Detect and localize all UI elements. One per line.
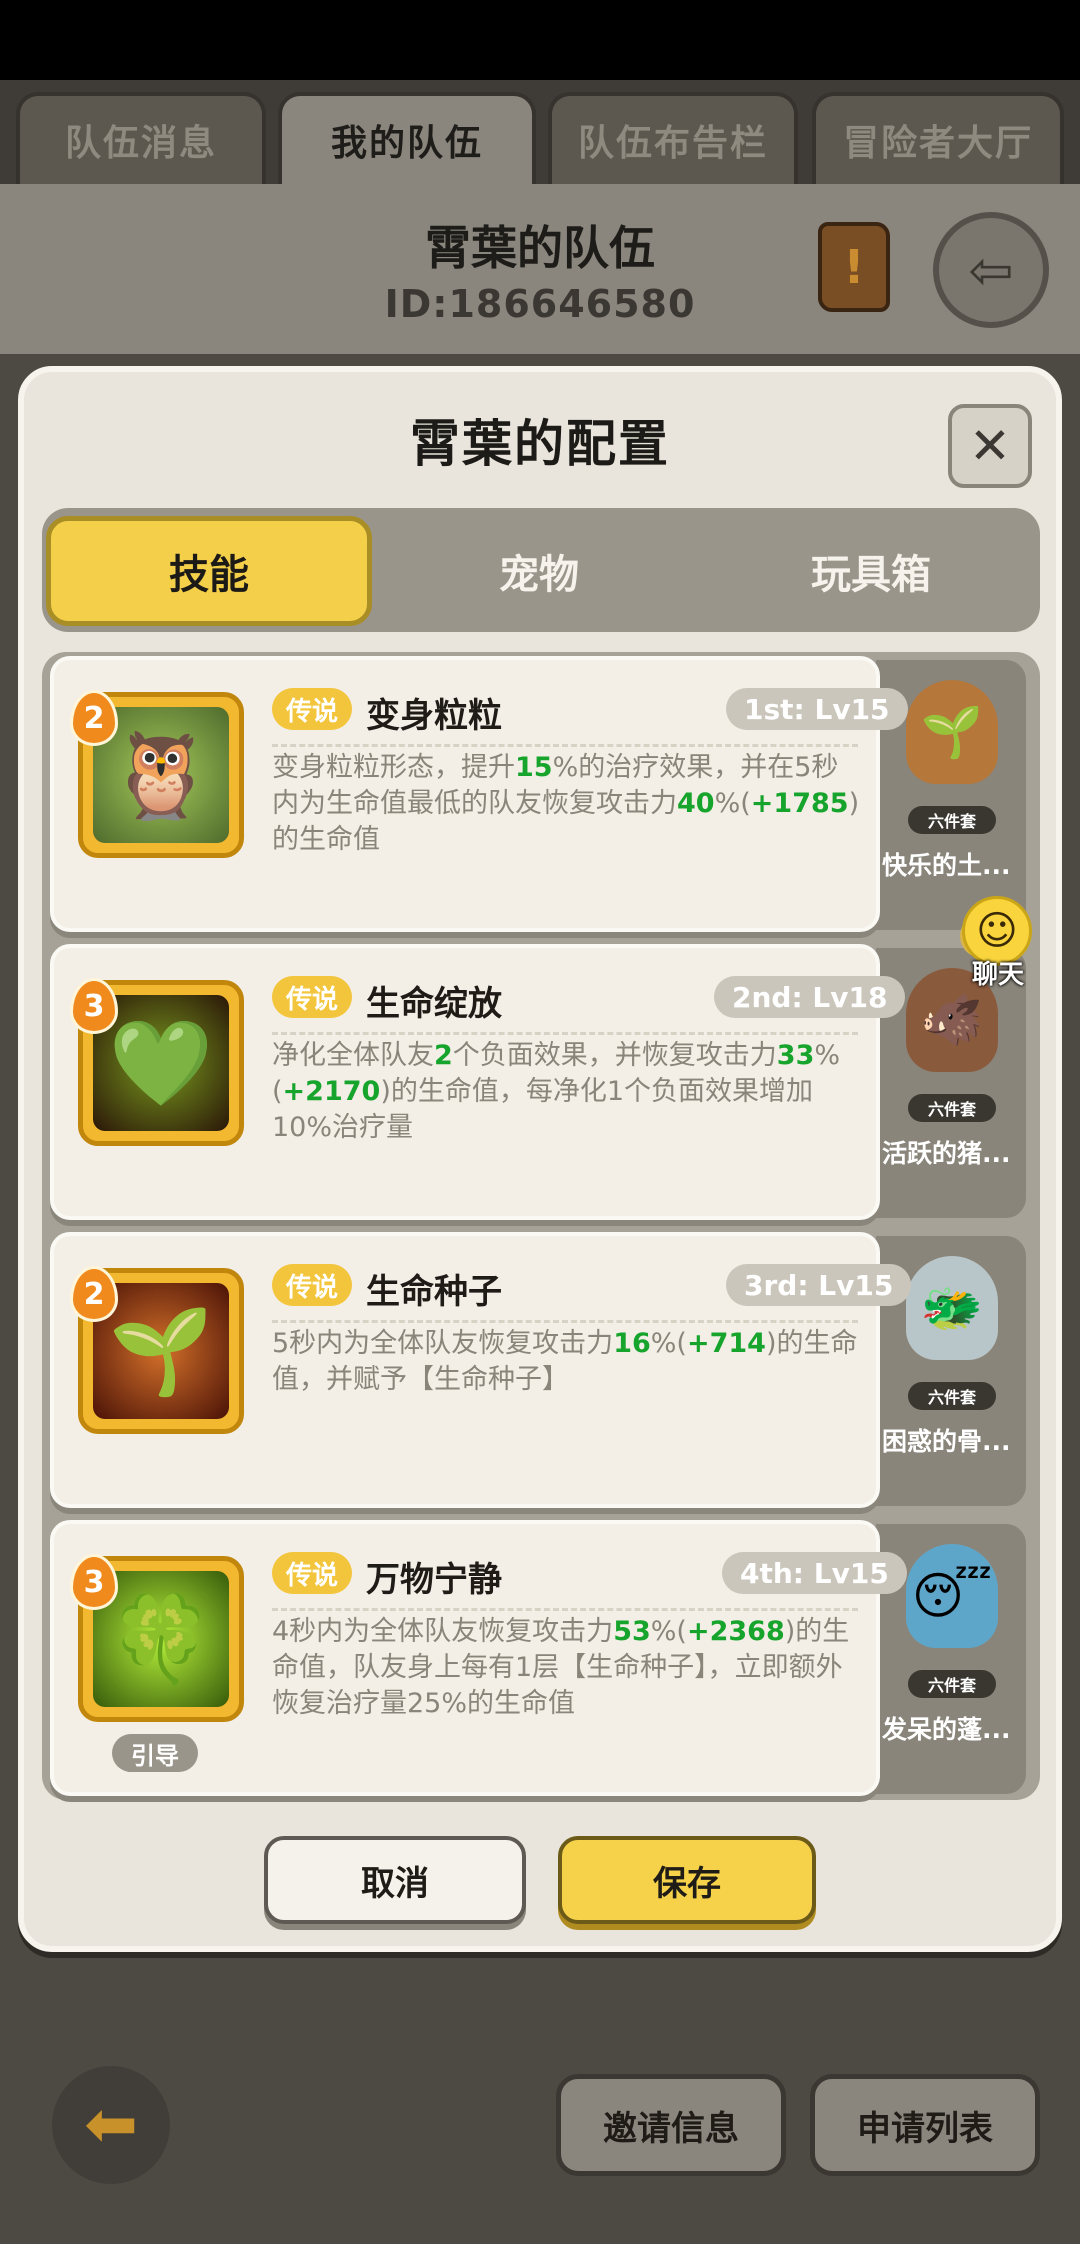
exit-team-icon[interactable]: ⇦ <box>933 212 1049 328</box>
pet-name: 活跃的猪... <box>882 1139 1011 1168</box>
tab-adventurer-hall[interactable]: 冒险者大厅 <box>812 92 1064 184</box>
tab-toybox[interactable]: 玩具箱 <box>706 516 1036 626</box>
rarity-badge: 传说 <box>272 688 353 730</box>
divider <box>272 1320 858 1323</box>
description-text: 净化全体队友 <box>272 1040 434 1071</box>
divider <box>272 744 858 747</box>
back-arrow-icon[interactable]: ⬅ <box>52 2066 170 2184</box>
tab-team-board[interactable]: 队伍布告栏 <box>548 92 798 184</box>
tab-team-messages[interactable]: 队伍消息 <box>16 92 266 184</box>
modal-title: 霄葉的配置 <box>410 415 670 473</box>
skill-description: 4秒内为全体队友恢复攻击力53%(+2368)的生命值，队友身上每有1层【生命种… <box>272 1614 864 1722</box>
rarity-badge: 传说 <box>272 1552 353 1594</box>
divider <box>272 1608 858 1611</box>
skill-slot-level: 1st: Lv15 <box>726 688 908 730</box>
rarity-badge: 传说 <box>272 976 353 1018</box>
highlight-value: 2 <box>434 1040 453 1071</box>
skill-name: 变身粒粒 <box>366 696 502 736</box>
apply-list-button[interactable]: 申请列表 <box>810 2074 1040 2176</box>
set-tag: 六件套 <box>908 1094 996 1122</box>
sleepy-pet-icon: 😴 <box>906 1544 998 1648</box>
invite-info-button[interactable]: 邀请信息 <box>556 2074 786 2176</box>
highlight-value: +2170 <box>282 1076 381 1107</box>
pet-name: 快乐的土... <box>882 851 1011 880</box>
highlight-value: +714 <box>686 1328 766 1359</box>
bone-dragon-pet-icon: 🐲 <box>906 1256 998 1360</box>
tab-pets[interactable]: 宠物 <box>376 516 702 626</box>
description-text: %( <box>650 1328 687 1359</box>
skill-slot-level: 2nd: Lv18 <box>714 976 906 1018</box>
divider <box>272 1032 858 1035</box>
set-tag: 六件套 <box>908 1670 996 1698</box>
cancel-button[interactable]: 取消 <box>264 1836 526 1924</box>
status-bar <box>0 0 1080 80</box>
notice-scroll-icon[interactable]: ! <box>818 222 890 312</box>
description-text: %( <box>714 788 751 819</box>
team-id: ID:186646580 <box>384 282 696 326</box>
pet-name: 发呆的蓬... <box>882 1715 1011 1744</box>
tab-my-team[interactable]: 我的队伍 <box>278 92 536 184</box>
description-text: 个负面效果，并恢复攻击力 <box>452 1040 777 1071</box>
highlight-value: +1785 <box>750 788 849 819</box>
skill-name: 生命绽放 <box>366 984 502 1024</box>
close-button[interactable]: ✕ <box>948 404 1032 488</box>
tab-skills[interactable]: 技能 <box>46 516 372 626</box>
highlight-value: 16 <box>613 1328 651 1359</box>
pet-name: 困惑的骨... <box>882 1427 1011 1456</box>
mandrake-pet-icon: 🌱 <box>906 680 998 784</box>
highlight-value: 40 <box>677 788 715 819</box>
skill-description: 净化全体队友2个负面效果，并恢复攻击力33%(+2170)的生命值，每净化1个负… <box>272 1038 864 1146</box>
description-text: 4秒内为全体队友恢复攻击力 <box>272 1616 614 1647</box>
set-tag: 六件套 <box>908 806 996 834</box>
skill-name: 生命种子 <box>366 1272 502 1312</box>
rarity-badge: 传说 <box>272 1264 353 1306</box>
guide-tag: 引导 <box>112 1734 198 1772</box>
save-button[interactable]: 保存 <box>558 1836 816 1924</box>
skill-description: 5秒内为全体队友恢复攻击力16%(+714)的生命值，并赋予【生命种子】 <box>272 1326 864 1398</box>
description-text: 5秒内为全体队友恢复攻击力 <box>272 1328 614 1359</box>
skill-description: 变身粒粒形态，提升15%的治疗效果，并在5秒内为生命值最低的队友恢复攻击力40%… <box>272 750 864 858</box>
set-tag: 六件套 <box>908 1382 996 1410</box>
description-text: 变身粒粒形态，提升 <box>272 752 515 783</box>
team-name: 霄葉的队伍 <box>425 221 655 275</box>
highlight-value: 53 <box>613 1616 651 1647</box>
highlight-value: 33 <box>776 1040 815 1071</box>
highlight-value: +2368 <box>686 1616 785 1647</box>
skill-slot-level: 4th: Lv15 <box>722 1552 907 1594</box>
skill-name: 万物宁静 <box>366 1560 502 1600</box>
chat-label[interactable]: 聊天 <box>972 954 1024 991</box>
skill-slot-level: 3rd: Lv15 <box>726 1264 912 1306</box>
highlight-value: 15 <box>515 752 553 783</box>
description-text: %( <box>650 1616 687 1647</box>
